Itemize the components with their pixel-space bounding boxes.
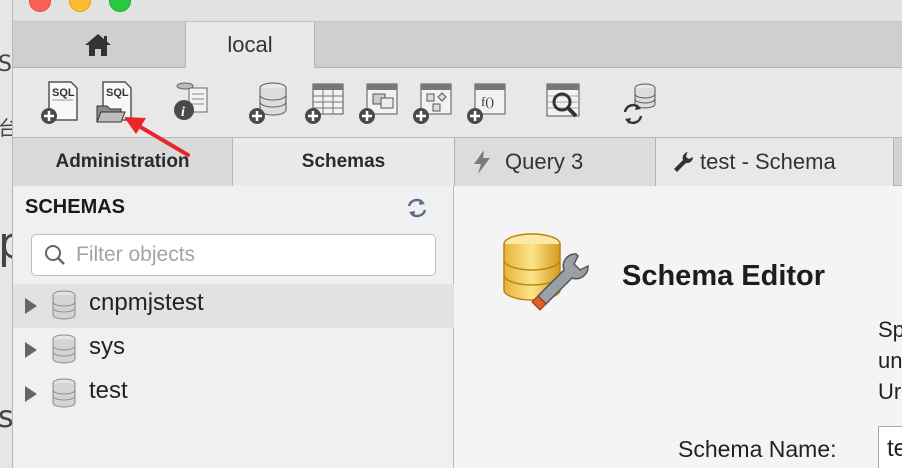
tab-query-3[interactable]: Query 3 xyxy=(454,138,656,186)
expand-arrow-icon[interactable] xyxy=(25,386,37,402)
search-icon xyxy=(45,245,65,265)
create-table-icon[interactable] xyxy=(303,78,347,126)
schema-name-value: te xyxy=(887,435,902,462)
close-window-button[interactable] xyxy=(29,0,51,12)
schema-tree: cnpmjstest sys test xyxy=(13,284,454,416)
navigator-panel: Administration Schemas SCHEMAS Filter ob… xyxy=(13,138,454,468)
new-sql-tab-icon[interactable]: SQL xyxy=(39,78,83,126)
connection-tab-bar: local xyxy=(13,22,902,68)
lightning-icon xyxy=(474,150,490,174)
title-bar xyxy=(13,0,902,22)
tab-label: Query 3 xyxy=(505,149,584,174)
create-view-icon[interactable] xyxy=(357,78,401,126)
schema-name: test xyxy=(89,377,128,404)
editor-description: Sp un Ur xyxy=(878,314,902,407)
filter-objects-input[interactable] xyxy=(76,241,426,269)
connection-tab-local[interactable]: local xyxy=(185,22,315,68)
schema-name: cnpmjstest xyxy=(89,289,204,316)
database-icon xyxy=(52,334,76,364)
navigator-tabs: Administration Schemas xyxy=(13,138,454,186)
expand-arrow-icon[interactable] xyxy=(25,342,37,358)
editor-panel: Query 3 test - Schema Schema Editor Sp u… xyxy=(454,138,902,468)
function-badge: f() xyxy=(481,94,494,109)
minimize-window-button[interactable] xyxy=(69,0,91,12)
create-function-icon[interactable]: f() xyxy=(465,78,509,126)
description-line: Ur xyxy=(878,379,902,404)
database-icon xyxy=(52,290,76,320)
filter-objects-field[interactable] xyxy=(31,234,436,276)
wrench-icon xyxy=(674,152,694,172)
expand-arrow-icon[interactable] xyxy=(25,298,37,314)
editor-tabs: Query 3 test - Schema xyxy=(454,138,902,186)
tab-label: test - Schema xyxy=(700,149,836,174)
sql-badge: SQL xyxy=(106,87,129,99)
description-line: Sp xyxy=(878,317,902,342)
page-title: Schema Editor xyxy=(622,260,826,292)
list-item[interactable]: test xyxy=(13,372,454,416)
background-text: S xyxy=(0,52,12,77)
list-item[interactable]: sys xyxy=(13,328,454,372)
search-table-data-icon[interactable] xyxy=(541,78,585,126)
schemas-header: SCHEMAS xyxy=(25,196,126,218)
main-toolbar: SQL SQL i f() xyxy=(13,68,902,138)
tab-test-schema[interactable]: test - Schema xyxy=(656,138,894,186)
sql-badge: SQL xyxy=(52,87,75,99)
reconnect-icon[interactable] xyxy=(619,78,663,126)
svg-text:i: i xyxy=(181,105,185,120)
tab-administration[interactable]: Administration xyxy=(13,138,233,186)
schema-name-label: Schema Name: xyxy=(678,436,837,462)
database-icon xyxy=(52,378,76,408)
home-icon xyxy=(85,34,111,56)
inspector-icon[interactable]: i xyxy=(169,78,213,126)
home-tab[interactable] xyxy=(13,22,183,68)
zoom-window-button[interactable] xyxy=(109,0,131,12)
create-procedure-icon[interactable] xyxy=(411,78,455,126)
schema-editor-icon xyxy=(503,233,589,311)
refresh-icon[interactable] xyxy=(405,196,429,220)
workbench-window: local SQL SQL i f() Administration Schem… xyxy=(12,0,902,468)
description-line: un xyxy=(878,348,902,373)
open-sql-script-icon[interactable]: SQL xyxy=(93,78,137,126)
list-item[interactable]: cnpmjstest xyxy=(13,284,454,328)
create-schema-icon[interactable] xyxy=(247,78,291,126)
tab-schemas[interactable]: Schemas xyxy=(233,138,454,186)
schema-name-field[interactable]: te xyxy=(878,426,902,468)
schema-name: sys xyxy=(89,333,125,360)
connection-tab-label: local xyxy=(227,32,273,57)
